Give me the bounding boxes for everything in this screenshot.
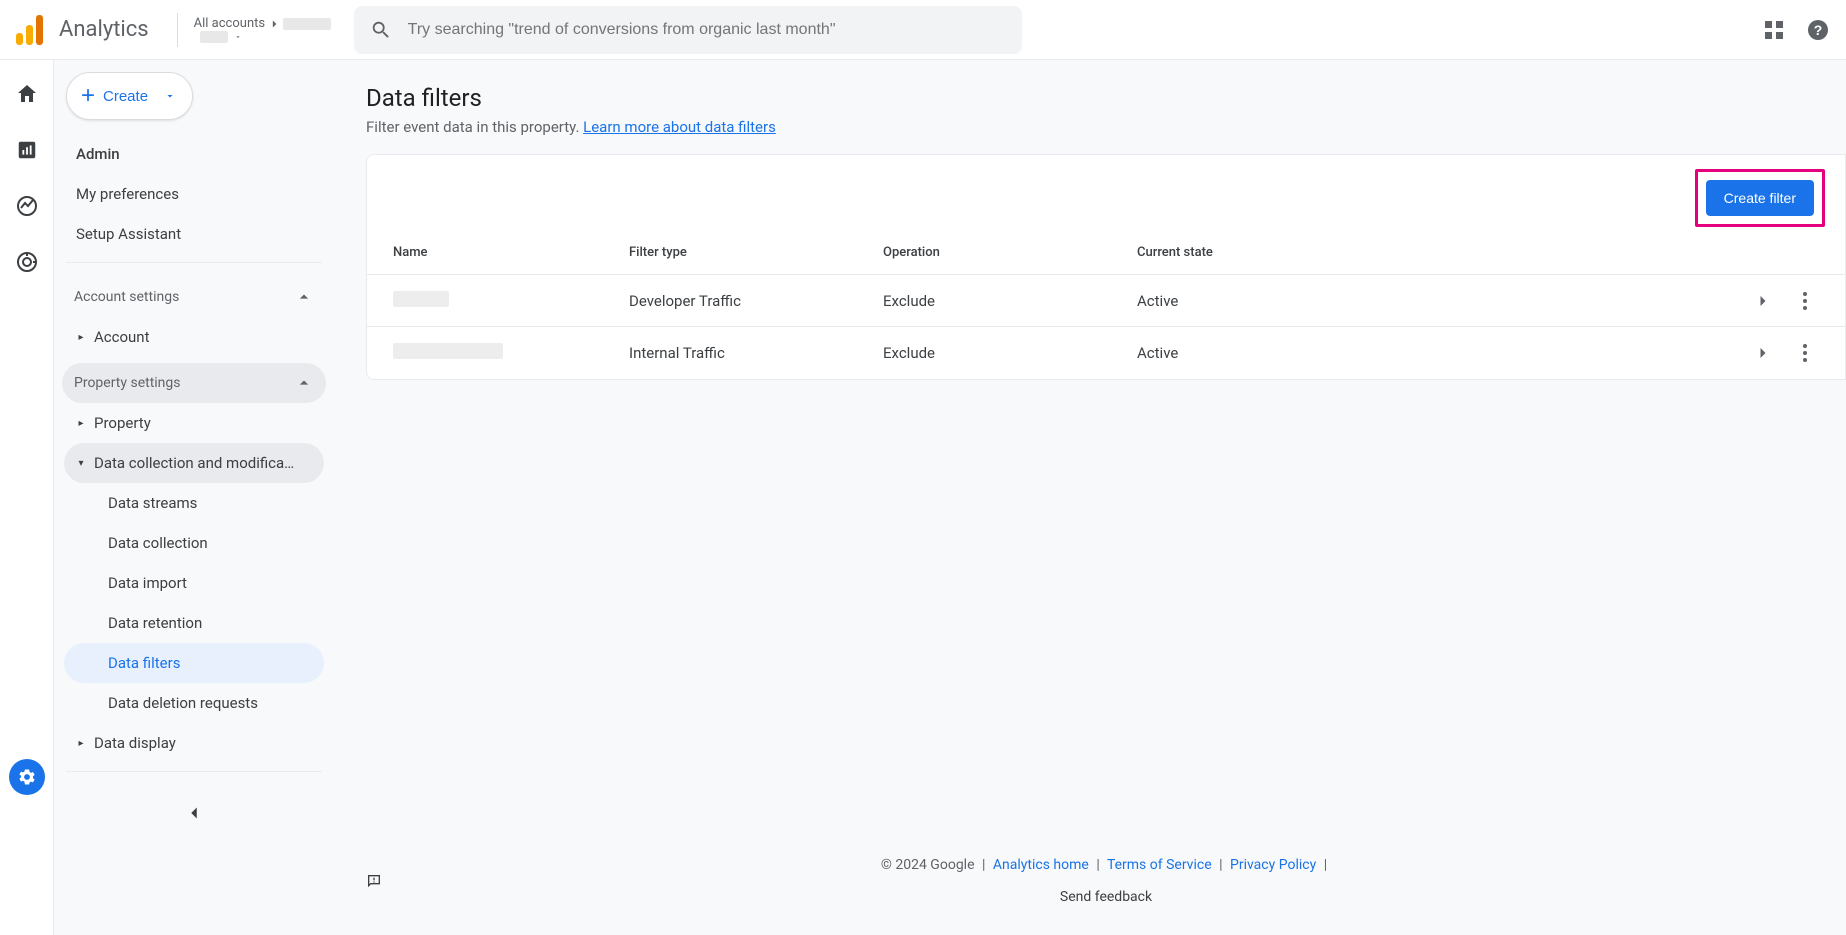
more-options-icon[interactable] bbox=[1803, 292, 1807, 310]
footer-terms-link[interactable]: Terms of Service bbox=[1107, 857, 1212, 873]
chevron-up-icon bbox=[294, 287, 314, 307]
nav-my-preferences[interactable]: My preferences bbox=[64, 174, 324, 214]
filters-card: Create filter Name Filter type Operation… bbox=[366, 154, 1846, 380]
nav-data-collection[interactable]: Data collection bbox=[64, 523, 324, 563]
top-bar: Analytics All accounts ? bbox=[0, 0, 1846, 60]
col-state: Current state bbox=[1129, 233, 1383, 275]
col-name: Name bbox=[367, 233, 621, 275]
create-filter-button[interactable]: Create filter bbox=[1706, 180, 1814, 216]
search-icon bbox=[370, 19, 392, 41]
account-all-accounts-label: All accounts bbox=[194, 16, 265, 31]
nav-data-collection-group[interactable]: ▾Data collection and modifica… bbox=[64, 443, 324, 483]
apps-grid-icon[interactable] bbox=[1762, 18, 1786, 42]
divider bbox=[177, 13, 178, 47]
svg-text:?: ? bbox=[1814, 22, 1823, 38]
page-title: Data filters bbox=[366, 84, 1846, 112]
create-filter-highlight: Create filter bbox=[1695, 169, 1825, 227]
home-icon[interactable] bbox=[13, 80, 41, 108]
nav-data-display[interactable]: ▸Data display bbox=[64, 723, 324, 763]
more-options-icon[interactable] bbox=[1803, 344, 1807, 362]
explore-icon[interactable] bbox=[13, 192, 41, 220]
left-rail bbox=[0, 60, 54, 935]
redacted-filter-name bbox=[393, 343, 503, 359]
search-bar[interactable] bbox=[354, 6, 1022, 54]
filters-table: Name Filter type Operation Current state… bbox=[367, 233, 1845, 379]
analytics-logo-icon bbox=[16, 15, 43, 45]
brand-name: Analytics bbox=[59, 17, 149, 42]
nav-data-deletion[interactable]: Data deletion requests bbox=[64, 683, 324, 723]
reports-icon[interactable] bbox=[13, 136, 41, 164]
send-feedback-button[interactable]: Send feedback bbox=[366, 873, 1846, 905]
footer-analytics-home-link[interactable]: Analytics home bbox=[993, 857, 1089, 873]
page-footer: © 2024 Google | Analytics home | Terms o… bbox=[366, 843, 1846, 919]
chevron-right-icon[interactable] bbox=[1753, 343, 1773, 363]
chevron-right-icon[interactable] bbox=[1753, 291, 1773, 311]
page-subtitle: Filter event data in this property. Lear… bbox=[366, 118, 1846, 136]
nav-setup-assistant[interactable]: Setup Assistant bbox=[64, 214, 324, 254]
nav-data-streams[interactable]: Data streams bbox=[64, 483, 324, 523]
nav-data-import[interactable]: Data import bbox=[64, 563, 324, 603]
nav-section-account[interactable]: Account settings bbox=[62, 277, 326, 317]
redacted-filter-name bbox=[393, 291, 449, 307]
nav-data-retention[interactable]: Data retention bbox=[64, 603, 324, 643]
redacted-property-text bbox=[200, 31, 228, 43]
caret-down-icon bbox=[164, 90, 176, 102]
chevron-up-icon bbox=[294, 373, 314, 393]
col-type: Filter type bbox=[621, 233, 875, 275]
col-operation: Operation bbox=[875, 233, 1129, 275]
table-row[interactable]: Internal Traffic Exclude Active bbox=[367, 327, 1845, 379]
nav-section-property[interactable]: Property settings bbox=[62, 363, 326, 403]
account-picker[interactable]: All accounts bbox=[194, 16, 334, 43]
plus-icon: + bbox=[81, 84, 95, 108]
learn-more-link[interactable]: Learn more about data filters bbox=[583, 118, 776, 136]
chevron-right-icon bbox=[267, 17, 281, 31]
collapse-nav-icon[interactable] bbox=[182, 801, 206, 825]
main-content: Data filters Filter event data in this p… bbox=[334, 60, 1846, 935]
redacted-account-text bbox=[283, 18, 331, 30]
table-row[interactable]: Developer Traffic Exclude Active bbox=[367, 275, 1845, 327]
topbar-icons: ? bbox=[1762, 18, 1830, 42]
create-button[interactable]: + Create bbox=[66, 72, 193, 120]
nav-account[interactable]: ▸Account bbox=[64, 317, 324, 357]
nav-data-filters[interactable]: Data filters bbox=[64, 643, 324, 683]
create-button-label: Create bbox=[103, 88, 148, 105]
nav-property[interactable]: ▸Property bbox=[64, 403, 324, 443]
advertising-icon[interactable] bbox=[13, 248, 41, 276]
caret-down-icon bbox=[234, 33, 242, 41]
admin-sidenav: + Create Admin My preferences Setup Assi… bbox=[54, 60, 334, 935]
help-icon[interactable]: ? bbox=[1806, 18, 1830, 42]
nav-admin[interactable]: Admin bbox=[64, 134, 324, 174]
footer-privacy-link[interactable]: Privacy Policy bbox=[1230, 857, 1316, 873]
search-input[interactable] bbox=[408, 21, 1006, 39]
settings-fab-icon[interactable] bbox=[9, 759, 45, 795]
